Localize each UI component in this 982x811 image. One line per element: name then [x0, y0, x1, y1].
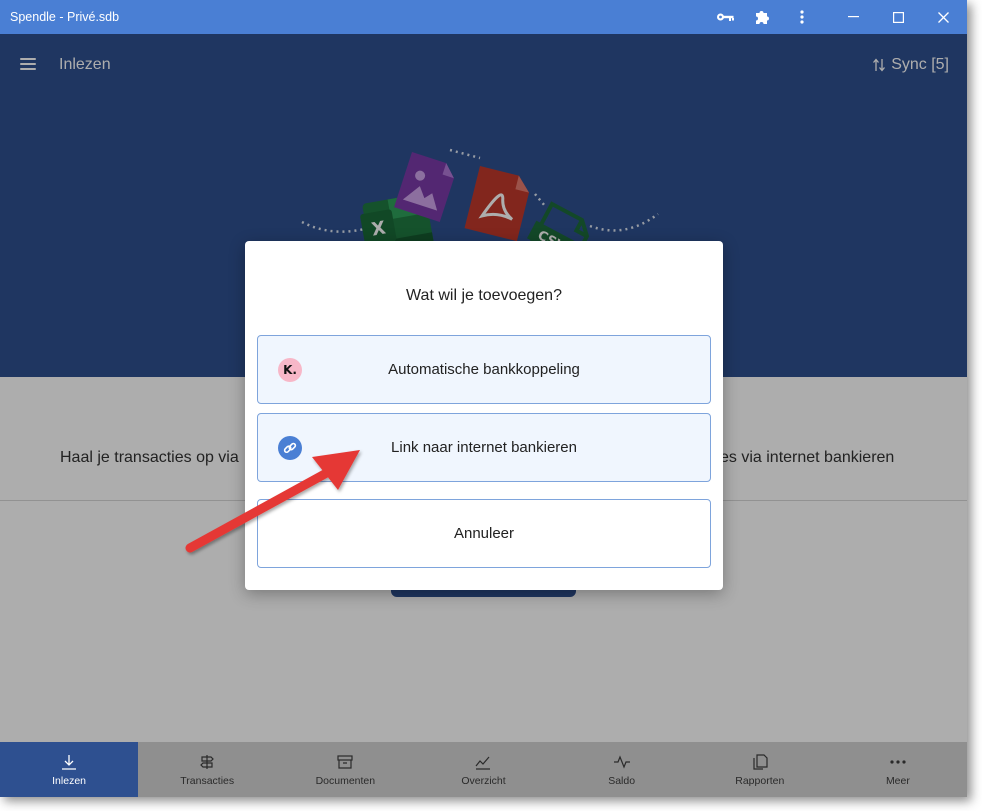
klarna-k-text: K.	[283, 363, 297, 377]
dialog-title: Wat wil je toevoegen?	[406, 287, 562, 304]
nav-item-documenten[interactable]: Documenten	[276, 742, 414, 797]
download-icon	[61, 752, 77, 772]
pulse-icon	[613, 752, 631, 772]
signpost-icon	[199, 752, 215, 772]
option-label: Link naar internet bankieren	[391, 439, 577, 456]
automatic-bank-connection-option[interactable]: K. Automatische bankkoppeling	[257, 335, 711, 404]
nav-label: Documenten	[315, 775, 376, 787]
nav-item-meer[interactable]: Meer	[829, 742, 967, 797]
minimize-button[interactable]	[830, 0, 876, 34]
close-button[interactable]	[920, 0, 966, 34]
reports-icon	[752, 752, 768, 772]
nav-item-saldo[interactable]: Saldo	[553, 742, 691, 797]
nav-item-inlezen[interactable]: Inlezen	[0, 742, 139, 797]
nav-label: Transacties	[180, 775, 235, 787]
cancel-label: Annuleer	[453, 525, 515, 542]
nav-item-overzicht[interactable]: Overzicht	[414, 742, 552, 797]
nav-label: Saldo	[608, 775, 636, 787]
nav-item-rapporten[interactable]: Rapporten	[691, 742, 829, 797]
key-icon[interactable]	[714, 6, 736, 28]
nav-label: Overzicht	[461, 775, 506, 787]
nav-label: Meer	[885, 775, 910, 787]
puzzle-icon[interactable]	[751, 6, 773, 28]
more-dots-icon	[889, 752, 907, 772]
archive-icon	[337, 752, 353, 772]
callout-arrow-icon	[185, 450, 360, 553]
window-title: Spendle - Privé.sdb	[10, 10, 120, 24]
option-label: Automatische bankkoppeling	[388, 361, 580, 378]
maximize-button[interactable]	[875, 0, 921, 34]
app-window: Spendle - Privé.sdb Inlezen Sync [5] X H…	[0, 0, 967, 797]
title-bar[interactable]: Spendle - Privé.sdb	[0, 0, 967, 34]
nav-label: Inlezen	[52, 775, 86, 787]
nav-label: Rapporten	[735, 775, 785, 787]
nav-item-transacties[interactable]: Transacties	[138, 742, 276, 797]
more-vert-icon[interactable]	[791, 6, 813, 28]
bottom-navigation: Inlezen Transacties Documenten Overzicht…	[0, 742, 967, 797]
chart-line-icon	[475, 752, 491, 772]
klarna-k-icon: K.	[278, 358, 302, 382]
